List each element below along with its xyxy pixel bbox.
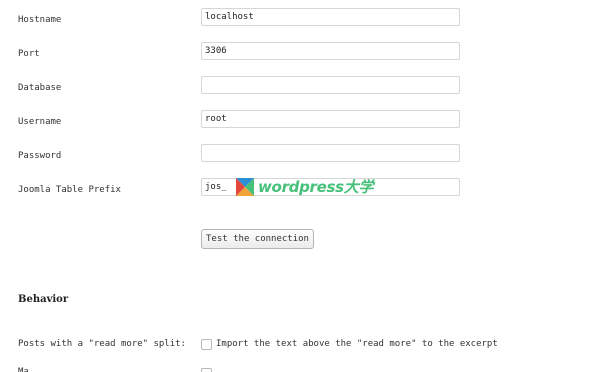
read-more-excerpt-checkbox[interactable] [201,339,212,350]
next-option-checkbox[interactable] [201,368,212,372]
hostname-row: Hostname [0,8,601,32]
port-row: Port [0,42,601,66]
username-row: Username [0,110,601,134]
password-input[interactable] [201,144,460,162]
database-label: Database [18,83,62,93]
username-label: Username [18,117,62,127]
database-input[interactable] [201,76,460,94]
table-prefix-label: Joomla Table Prefix [18,185,121,195]
import-settings-page: Hostname Port Database Username Password… [0,0,601,372]
username-input[interactable] [201,110,460,128]
hostname-input[interactable] [201,8,460,26]
next-option-label: Ma [18,367,29,372]
wordpress-daxue-logo-icon [236,177,254,196]
port-input[interactable] [201,42,460,60]
wordpress-daxue-watermark: wordpress大学 [236,177,373,196]
watermark-text: wordpress大学 [258,178,374,196]
behavior-section-title: Behavior [18,294,69,305]
password-row: Password [0,144,601,168]
password-label: Password [18,151,62,161]
hostname-label: Hostname [18,15,62,25]
read-more-label: Posts with a "read more" split: [18,339,186,349]
port-label: Port [18,49,40,59]
test-connection-button[interactable]: Test the connection [201,229,314,249]
read-more-excerpt-option-label: Import the text above the "read more" to… [216,339,498,349]
database-row: Database [0,76,601,100]
